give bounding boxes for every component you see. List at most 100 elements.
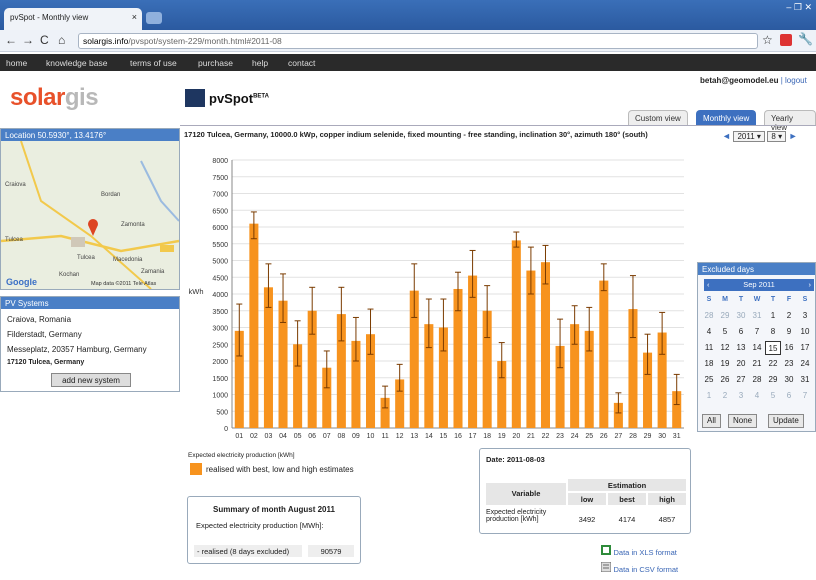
tab-yearly-view[interactable]: Yearly view — [764, 110, 816, 132]
solargis-logo[interactable]: solargis — [10, 84, 99, 112]
calendar-day[interactable]: 24 — [797, 357, 813, 371]
location-header: Location 50.5930°, 13.4176° — [1, 129, 179, 141]
excluded-days-header: Excluded days — [698, 263, 815, 275]
calendar-day[interactable]: 9 — [781, 325, 797, 339]
browser-tab[interactable]: pvSpot - Monthly view × — [4, 8, 142, 30]
calendar-next-icon[interactable]: › — [809, 280, 815, 289]
add-system-button[interactable]: add new system — [51, 373, 131, 387]
calendar-day[interactable]: 1 — [701, 389, 717, 403]
nav-home[interactable]: home — [6, 58, 27, 68]
tab-custom-view[interactable]: Custom view — [628, 110, 688, 125]
reload-icon[interactable]: C — [40, 33, 49, 47]
calendar-update-button[interactable]: Update — [768, 414, 804, 428]
x-tick-label: 29 — [644, 433, 652, 440]
calendar-day[interactable]: 12 — [717, 341, 733, 355]
calendar-day[interactable]: 20 — [733, 357, 749, 371]
calendar-day[interactable]: 30 — [781, 373, 797, 387]
calendar-day[interactable]: 28 — [749, 373, 765, 387]
download-xls[interactable]: Data in XLS format — [601, 545, 677, 557]
calendar-day[interactable]: 4 — [749, 389, 765, 403]
calendar-day[interactable]: 27 — [733, 373, 749, 387]
nav-contact[interactable]: contact — [288, 58, 315, 68]
tab-monthly-view[interactable]: Monthly view — [696, 110, 757, 125]
calendar-day[interactable]: 15 — [765, 341, 781, 355]
calendar-day[interactable]: 31 — [749, 309, 765, 323]
col-variable: Variable — [486, 483, 566, 505]
download-csv[interactable]: Data in CSV format — [600, 561, 679, 574]
bookmark-star-icon[interactable]: ☆ — [762, 33, 773, 47]
calendar-day[interactable]: 19 — [717, 357, 733, 371]
calendar-day[interactable]: 21 — [749, 357, 765, 371]
calendar-day[interactable]: 5 — [717, 325, 733, 339]
next-month-icon[interactable]: ► — [789, 131, 798, 141]
download-xls-link[interactable]: Data in XLS format — [614, 548, 677, 557]
calendar-all-button[interactable]: All — [702, 414, 721, 428]
calendar-day[interactable]: 22 — [765, 357, 781, 371]
summary-row-label: - realised (8 days excluded) — [194, 545, 302, 557]
x-tick-label: 15 — [440, 433, 448, 440]
pv-system-item[interactable]: Messeplatz, 20357 Hamburg, Germany — [7, 345, 147, 354]
window-controls[interactable]: – ❐ ✕ — [786, 2, 812, 13]
extension-icon[interactable] — [780, 34, 792, 46]
forward-icon[interactable]: → — [22, 33, 34, 47]
calendar-day[interactable]: 4 — [701, 325, 717, 339]
download-csv-link[interactable]: Data in CSV format — [614, 565, 679, 574]
calendar-day[interactable]: 1 — [765, 309, 781, 323]
address-bar[interactable]: solargis.info/pvspot/system-229/month.ht… — [78, 33, 758, 49]
calendar-day[interactable]: 30 — [733, 309, 749, 323]
calendar-day[interactable]: 29 — [765, 373, 781, 387]
calendar-day[interactable]: 23 — [781, 357, 797, 371]
calendar-day[interactable]: 6 — [733, 325, 749, 339]
calendar-day[interactable]: 5 — [765, 389, 781, 403]
calendar-day[interactable]: 8 — [765, 325, 781, 339]
year-select[interactable]: 2011 ▾ — [733, 131, 765, 142]
bar — [599, 280, 609, 428]
nav-terms[interactable]: terms of use — [130, 58, 177, 68]
calendar-none-button[interactable]: None — [728, 414, 758, 428]
nav-help[interactable]: help — [252, 58, 268, 68]
prev-month-icon[interactable]: ◄ — [722, 131, 731, 141]
logout-link[interactable]: logout — [785, 76, 807, 85]
calendar-day[interactable]: 28 — [701, 309, 717, 323]
calendar-day[interactable]: 11 — [701, 341, 717, 355]
tab-title: pvSpot - Monthly view — [10, 13, 89, 22]
home-icon[interactable]: ⌂ — [58, 33, 65, 47]
calendar-day[interactable]: 31 — [797, 373, 813, 387]
new-tab-button[interactable] — [146, 12, 162, 24]
y-tick-label: 8000 — [212, 158, 228, 165]
calendar-day[interactable]: 18 — [701, 357, 717, 371]
calendar-day[interactable]: 6 — [781, 389, 797, 403]
calendar-day[interactable]: 2 — [781, 309, 797, 323]
calendar-day[interactable]: 16 — [781, 341, 797, 355]
calendar-day[interactable]: 3 — [733, 389, 749, 403]
calendar-prev-icon[interactable]: ‹ — [704, 280, 710, 289]
calendar-day[interactable]: 25 — [701, 373, 717, 387]
calendar-day[interactable]: 10 — [797, 325, 813, 339]
pv-systems-header: PV Systems — [1, 297, 179, 309]
calendar-day[interactable]: 13 — [733, 341, 749, 355]
tab-divider — [180, 125, 816, 126]
calendar-day[interactable]: 7 — [797, 389, 813, 403]
calendar-day[interactable]: 26 — [717, 373, 733, 387]
x-tick-label: 18 — [483, 433, 491, 440]
pv-system-item-selected[interactable]: 17120 Tulcea, Germany — [7, 359, 84, 366]
calendar-day[interactable]: 3 — [797, 309, 813, 323]
pv-system-item[interactable]: Craiova, Romania — [7, 315, 71, 324]
nav-knowledge-base[interactable]: knowledge base — [46, 58, 107, 68]
calendar-day[interactable]: 17 — [797, 341, 813, 355]
excluded-days-calendar: Excluded days ‹ Sep 2011 › S M T W T F S 28 29 30… — [697, 262, 816, 432]
y-tick-label: 1500 — [212, 376, 228, 383]
month-select[interactable]: 8 ▾ — [767, 131, 787, 142]
calendar-day[interactable]: 7 — [749, 325, 765, 339]
x-tick-label: 26 — [600, 433, 608, 440]
tab-close-icon[interactable]: × — [132, 12, 137, 22]
nav-purchase[interactable]: purchase — [198, 58, 233, 68]
calendar-day[interactable]: 29 — [717, 309, 733, 323]
bar — [249, 223, 259, 428]
location-map[interactable]: Google Craiova Bordan Tulcea Zamonta Tul… — [1, 141, 179, 289]
calendar-day[interactable]: 14 — [749, 341, 765, 355]
calendar-day[interactable]: 2 — [717, 389, 733, 403]
back-icon[interactable]: ← — [5, 33, 17, 47]
wrench-icon[interactable]: 🔧 — [798, 32, 813, 46]
pv-system-item[interactable]: Filderstadt, Germany — [7, 330, 82, 339]
